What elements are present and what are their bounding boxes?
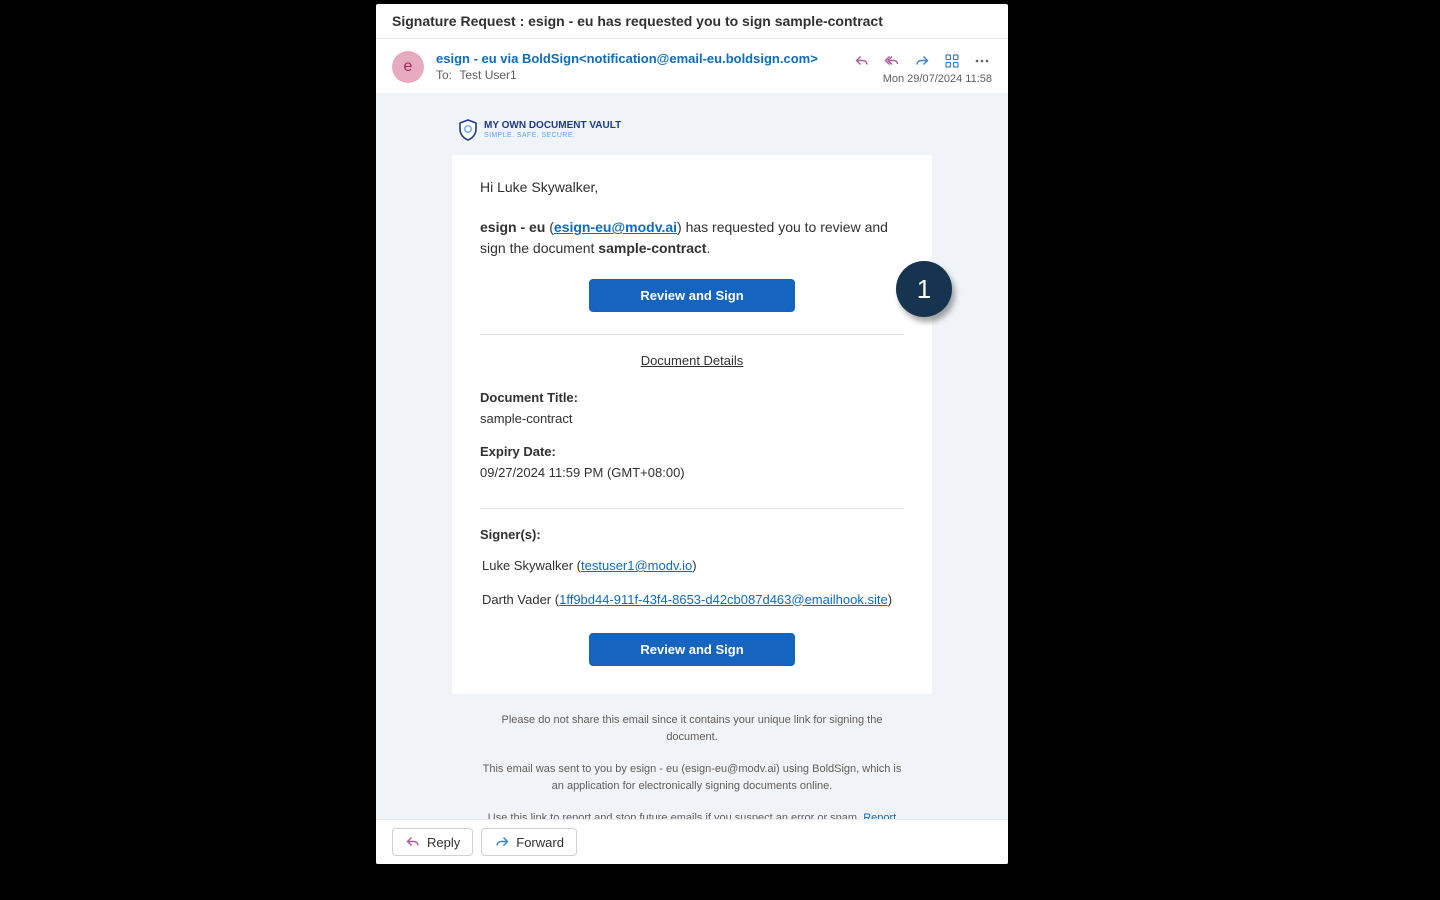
reply-button[interactable]: Reply xyxy=(392,828,473,856)
brand-name: MY OWN DOCUMENT VAULT xyxy=(484,121,621,131)
divider xyxy=(480,508,904,509)
divider xyxy=(480,334,904,335)
signer-name: Luke Skywalker xyxy=(482,558,573,573)
timestamp: Mon 29/07/2024 11:58 xyxy=(883,73,992,85)
brand-tagline: SIMPLE. SAFE. SECURE. xyxy=(484,132,621,139)
header-actions xyxy=(852,51,992,71)
review-and-sign-button[interactable]: Review and Sign xyxy=(589,279,795,312)
forward-icon-button[interactable] xyxy=(912,51,932,71)
ellipsis-icon xyxy=(974,53,990,69)
greeting: Hi Luke Skywalker, xyxy=(480,179,904,195)
footer-report: Use this link to report and stop future … xyxy=(480,810,904,819)
forward-icon xyxy=(494,834,510,850)
signer-name: Darth Vader xyxy=(482,592,551,607)
email-card: Hi Luke Skywalker, esign - eu (esign-eu@… xyxy=(452,155,932,694)
review-and-sign-button-2[interactable]: Review and Sign xyxy=(589,633,795,666)
signers-label: Signer(s): xyxy=(480,527,904,542)
more-actions-button[interactable] xyxy=(972,51,992,71)
apps-icon-button[interactable] xyxy=(942,51,962,71)
reply-all-icon xyxy=(884,53,900,69)
shield-icon xyxy=(458,119,478,141)
signers-list: Luke Skywalker (testuser1@modv.io) Darth… xyxy=(480,556,904,609)
requester-email-link[interactable]: esign-eu@modv.ai xyxy=(554,219,677,235)
email-footer: Please do not share this email since it … xyxy=(452,694,932,819)
footer-sent-by: This email was sent to you by esign - eu… xyxy=(480,761,904,794)
to-label: To: xyxy=(436,68,452,82)
reply-icon-button[interactable] xyxy=(852,51,872,71)
brand-logo: MY OWN DOCUMENT VAULT SIMPLE. SAFE. SECU… xyxy=(452,119,932,141)
signer-row: Luke Skywalker (testuser1@modv.io) xyxy=(480,556,904,576)
expiry-label: Expiry Date: xyxy=(480,444,904,459)
signer-row: Darth Vader (1ff9bd44-911f-43f4-8653-d42… xyxy=(480,590,904,610)
message-body: MY OWN DOCUMENT VAULT SIMPLE. SAFE. SECU… xyxy=(376,93,1008,819)
reply-all-icon-button[interactable] xyxy=(882,51,902,71)
annotation-marker-1: 1 xyxy=(896,261,952,317)
forward-label: Forward xyxy=(516,835,564,850)
signer-email-link[interactable]: 1ff9bd44-911f-43f4-8653-d42cb087d463@ema… xyxy=(559,592,888,607)
doc-title-label: Document Title: xyxy=(480,390,904,405)
avatar: e xyxy=(392,51,424,83)
document-name-inline: sample-contract xyxy=(598,240,706,256)
bottom-actions: Reply Forward xyxy=(376,819,1008,864)
document-details-link[interactable]: Document Details xyxy=(641,353,744,368)
forward-button[interactable]: Forward xyxy=(481,828,577,856)
reply-icon xyxy=(854,53,870,69)
message-pane: Signature Request : esign - eu has reque… xyxy=(376,4,1008,864)
footer-report-pre: Use this link to report and stop future … xyxy=(488,812,863,819)
doc-title-value: sample-contract xyxy=(480,411,904,426)
message-header: e esign - eu via BoldSign<notification@e… xyxy=(376,39,1008,93)
request-line: esign - eu (esign-eu@modv.ai) has reques… xyxy=(480,217,904,259)
requester-name: esign - eu xyxy=(480,219,545,235)
expiry-value: 09/27/2024 11:59 PM (GMT+08:00) xyxy=(480,465,904,480)
reply-label: Reply xyxy=(427,835,460,850)
subject-line: Signature Request : esign - eu has reque… xyxy=(376,4,1008,39)
apps-grid-icon xyxy=(944,53,960,69)
footer-privacy: Please do not share this email since it … xyxy=(480,712,904,745)
signer-email-link[interactable]: testuser1@modv.io xyxy=(581,558,692,573)
forward-icon xyxy=(914,53,930,69)
to-value: Test User1 xyxy=(459,68,516,82)
reply-icon xyxy=(405,834,421,850)
